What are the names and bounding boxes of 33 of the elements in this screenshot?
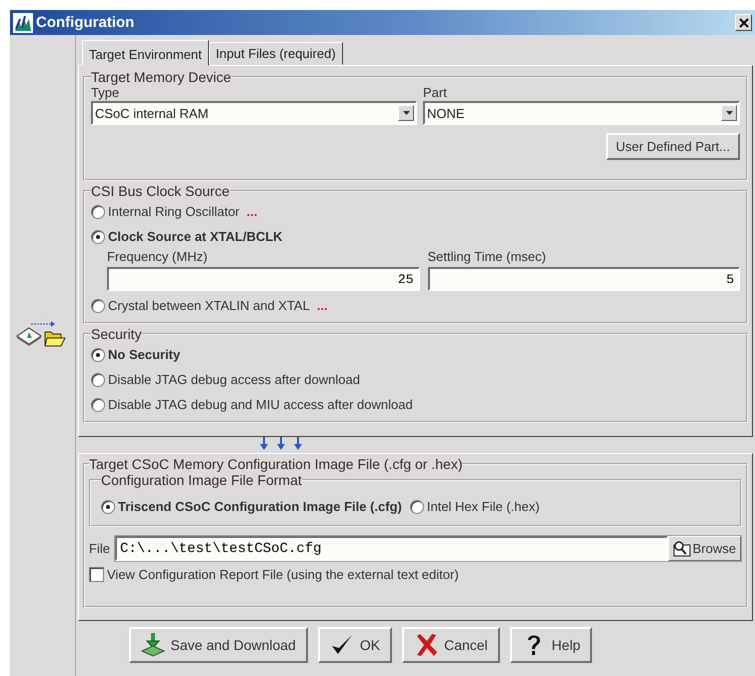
group-title: Target Memory Device (91, 69, 232, 85)
field-label: Settling Time (msec) (428, 249, 547, 264)
radio-label[interactable]: Triscend CSoC Configuration Image File (.cfg) (118, 499, 402, 514)
field-label: Type (91, 85, 120, 100)
group-title: Target CSoC Memory Configuration Image File (.cfg or .hex) (89, 456, 462, 472)
dropdown[interactable]: NONE (423, 101, 740, 125)
group-title: Configuration Image File Format (101, 472, 302, 488)
file-path-field[interactable]: C:\...\test\testCSoC.cfg (114, 536, 668, 561)
radio-label[interactable]: Disable JTAG debug access after download (108, 372, 360, 387)
dialog-button[interactable]: Save and Download (128, 627, 308, 663)
field-label: Part (423, 85, 448, 100)
radio-label[interactable]: Clock Source at XTAL/BCLK (108, 229, 283, 244)
tab[interactable]: Target Environment (82, 40, 209, 66)
user-defined-part-button[interactable]: User Defined Part... (606, 133, 740, 160)
window-title: Configuration (36, 14, 136, 31)
number-field[interactable]: 25 (107, 267, 420, 291)
dropdown[interactable]: CSoC internal RAM (91, 101, 417, 125)
radio-label[interactable]: Disable JTAG debug and MIU access after download (108, 397, 413, 412)
radio-label[interactable]: Crystal between XTALIN and XTAL (108, 298, 310, 313)
dialog-button[interactable]: OK (318, 627, 392, 663)
field-label: Frequency (MHz) (107, 249, 208, 264)
dialog-button[interactable]: Help (510, 627, 592, 663)
dialog-button[interactable]: Cancel (402, 627, 500, 663)
tab[interactable]: Input Files (required) (208, 42, 343, 65)
browse-button[interactable]: Browse (668, 536, 741, 561)
group-title: Security (91, 326, 142, 342)
field-label: File (89, 541, 110, 556)
radio-label[interactable]: No Security (108, 347, 180, 362)
number-field[interactable]: 5 (428, 267, 740, 291)
radio-label[interactable]: Intel Hex File (.hex) (426, 499, 540, 514)
group-title: CSI Bus Clock Source (91, 183, 230, 199)
checkbox-label[interactable]: View Configuration Report File (using the external text editor) (107, 567, 459, 582)
radio-label[interactable]: Internal Ring Oscillator (108, 204, 240, 219)
